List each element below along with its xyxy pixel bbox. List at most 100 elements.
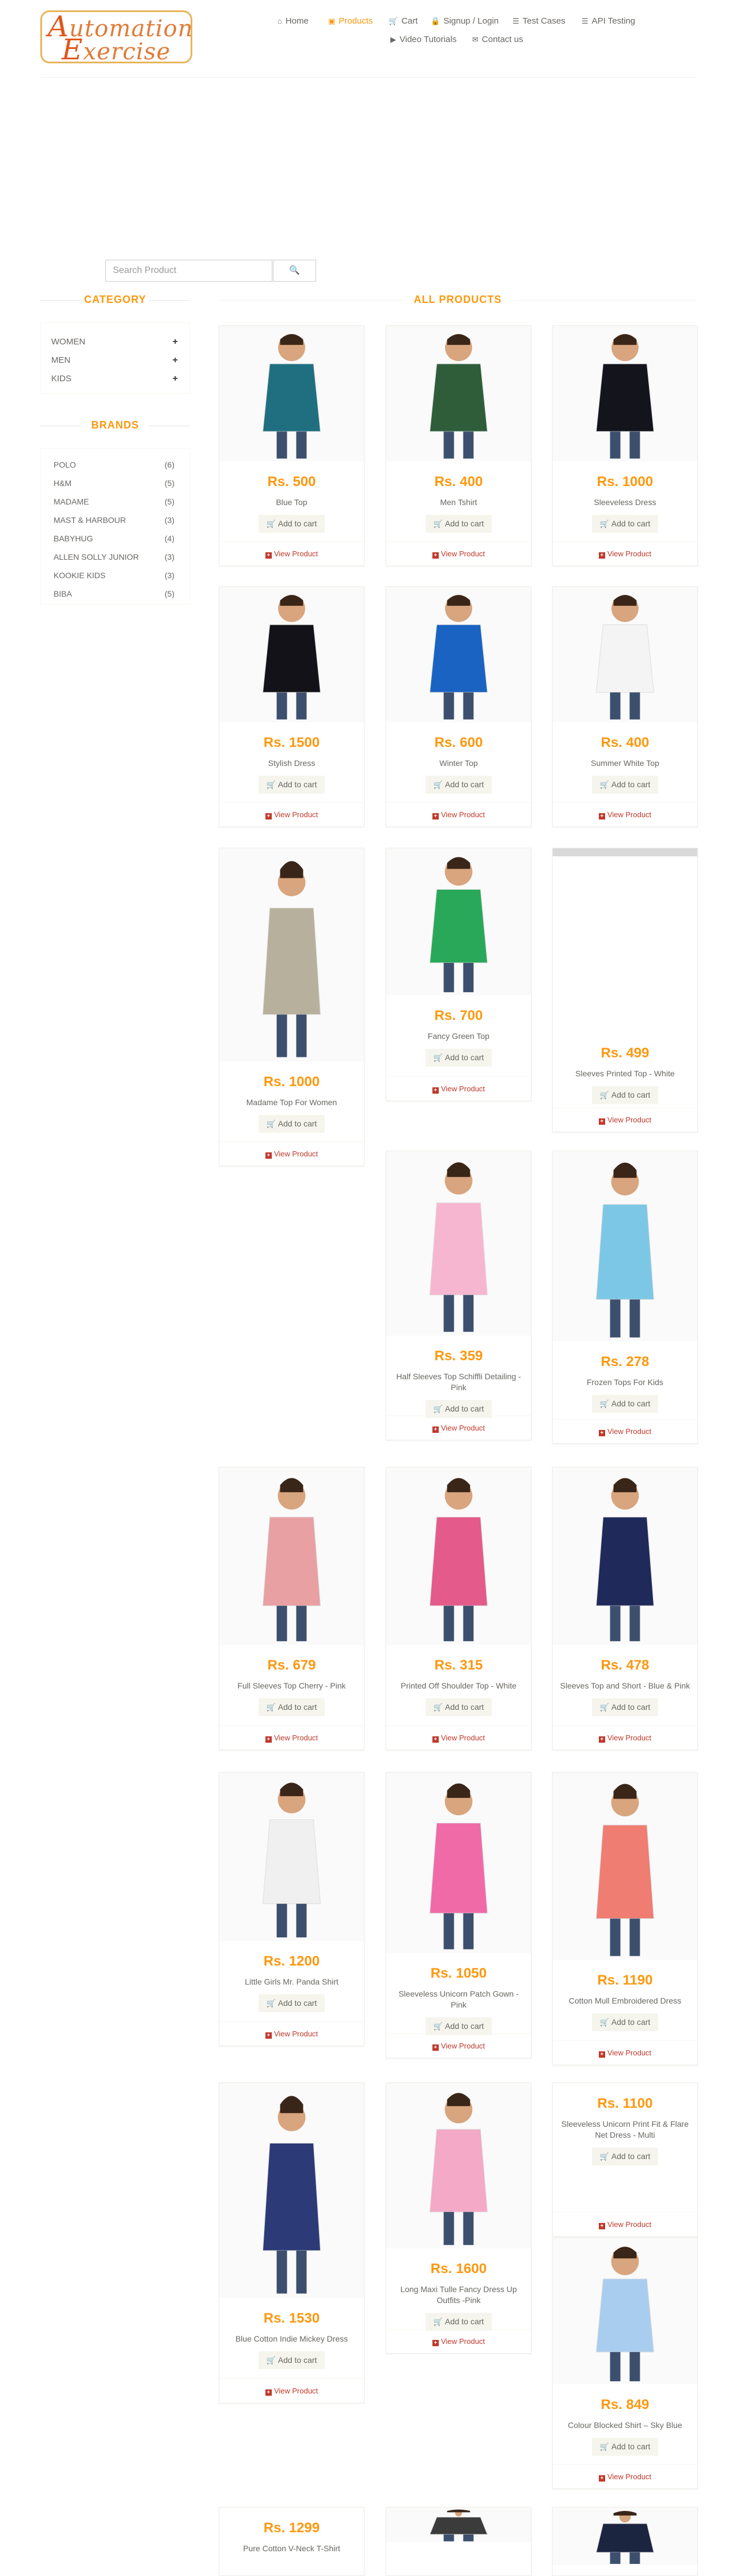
brand-item[interactable]: BIBA (5) xyxy=(54,589,174,598)
view-product-link[interactable]: + View Product xyxy=(386,802,531,820)
add-to-cart-label: Add to cart xyxy=(445,2317,484,2326)
brand-count: (3) xyxy=(164,571,174,580)
view-product-link[interactable]: + View Product xyxy=(553,1107,697,1125)
product-info: Rs. 359 Half Sleeves Top Schiffli Detaili… xyxy=(386,1348,531,1418)
add-to-cart-button[interactable]: 🛒 Add to cart xyxy=(258,776,325,794)
nav-item-signup-login[interactable]: 🔒 Signup / Login xyxy=(431,16,499,26)
view-product-link[interactable]: + View Product xyxy=(219,1141,364,1159)
nav-item-contact-us[interactable]: ✉ Contact us xyxy=(472,35,523,44)
add-to-cart-button[interactable]: 🛒 Add to cart xyxy=(591,776,659,794)
nav-item-video-tutorials[interactable]: ▶ Video Tutorials xyxy=(390,35,457,44)
view-product-label: View Product xyxy=(440,1084,485,1093)
envelope-icon: ✉ xyxy=(472,35,478,44)
product-card: Rs. 1050 Sleeveless Unicorn Patch Gown - … xyxy=(386,1772,531,2058)
view-product-link[interactable]: + View Product xyxy=(219,2021,364,2039)
add-to-cart-button[interactable]: 🛒 Add to cart xyxy=(258,515,325,533)
all-products-title: ALL PRODUCTS xyxy=(219,294,697,306)
view-product-link[interactable]: + View Product xyxy=(386,1076,531,1094)
add-to-cart-button[interactable]: 🛒 Add to cart xyxy=(591,2438,659,2456)
product-name: Sleeveless Dress xyxy=(594,498,656,507)
product-card: Rs. 1200 Little Girls Mr. Panda Shirt 🛒 Add… xyxy=(219,1772,364,2046)
nav-item-api-testing[interactable]: ☰ API Testing xyxy=(582,16,635,26)
category-item-kids[interactable]: KIDS + xyxy=(51,374,178,384)
add-to-cart-button[interactable]: 🛒 Add to cart xyxy=(425,776,492,794)
view-product-link[interactable]: + View Product xyxy=(386,2329,531,2346)
product-name: Sleeveless Unicorn Patch Gown - Pink xyxy=(398,1989,519,2009)
logo-text-line2: Exercise xyxy=(62,33,171,66)
product-name: Madame Top For Women xyxy=(246,1098,337,1107)
add-to-cart-button[interactable]: 🛒 Add to cart xyxy=(425,515,492,533)
add-to-cart-button[interactable]: 🛒 Add to cart xyxy=(591,1698,659,1716)
add-to-cart-label: Add to cart xyxy=(445,1702,484,1712)
product-card: Rs. 1000 Sleeveless Dress 🛒 Add to cart + Vie… xyxy=(552,325,698,566)
product-price: Rs. 1500 xyxy=(263,735,320,750)
brand-item[interactable]: KOOKIE KIDS (3) xyxy=(54,571,174,580)
add-to-cart-button[interactable]: 🛒 Add to cart xyxy=(425,1698,492,1716)
view-product-label: View Product xyxy=(607,810,652,819)
category-item-men[interactable]: MEN + xyxy=(51,355,178,365)
view-product-link[interactable]: + View Product xyxy=(219,1725,364,1743)
add-to-cart-button[interactable]: 🛒 Add to cart xyxy=(258,2351,325,2369)
brand-item[interactable]: MADAME (5) xyxy=(54,497,174,506)
product-name: Cotton Mull Embroidered Dress xyxy=(568,1996,682,2005)
product-name: Sleeves Top and Short - Blue & Pink xyxy=(560,1681,690,1690)
product-image xyxy=(553,587,697,722)
plus-square-icon: + xyxy=(432,2340,439,2346)
nav-item-home[interactable]: ⌂ Home xyxy=(278,16,309,26)
brand-item[interactable]: MAST & HARBOUR (3) xyxy=(54,515,174,525)
view-product-link[interactable]: + View Product xyxy=(553,2464,697,2482)
brand-item[interactable]: ALLEN SOLLY JUNIOR (3) xyxy=(54,552,174,562)
brand-count: (5) xyxy=(164,479,174,488)
view-product-link[interactable]: + View Product xyxy=(553,1725,697,1743)
view-product-link[interactable]: + View Product xyxy=(219,802,364,820)
view-product-label: View Product xyxy=(607,1427,652,1436)
product-name: Stylish Dress xyxy=(268,758,316,768)
view-product-label: View Product xyxy=(607,2048,652,2057)
view-product-label: View Product xyxy=(607,2472,652,2481)
brand-item[interactable]: BABYHUG (4) xyxy=(54,534,174,543)
view-product-link[interactable]: + View Product xyxy=(386,1416,531,1433)
product-info: Rs. 478 Sleeves Top and Short - Blue & Pi… xyxy=(553,1657,697,1716)
add-to-cart-button[interactable]: 🛒 Add to cart xyxy=(591,2148,659,2165)
header-divider xyxy=(40,77,697,78)
product-card: Rs. 1299 Pure Cotton V-Neck T-Shirt xyxy=(219,2507,364,2576)
view-product-link[interactable]: + View Product xyxy=(386,1725,531,1743)
expand-plus-icon[interactable]: + xyxy=(173,355,178,366)
brand-item[interactable]: H&M (5) xyxy=(54,479,174,488)
view-product-link[interactable]: + View Product xyxy=(553,1419,697,1436)
nav-item-test-cases[interactable]: ☰ Test Cases xyxy=(512,16,565,26)
add-to-cart-button[interactable]: 🛒 Add to cart xyxy=(591,1086,659,1104)
product-info: Rs. 1100 Sleeveless Unicorn Print Fit & F… xyxy=(553,2096,697,2165)
brand-label: MADAME xyxy=(54,497,89,506)
brand-item[interactable]: POLO (6) xyxy=(54,460,174,469)
view-product-link[interactable]: + View Product xyxy=(553,802,697,820)
expand-plus-icon[interactable]: + xyxy=(173,374,178,384)
product-info: Rs. 400 Summer White Top 🛒 Add to cart xyxy=(553,735,697,794)
category-item-women[interactable]: WOMEN + xyxy=(51,337,178,347)
nav-item-cart[interactable]: 🛒 Cart xyxy=(389,16,418,26)
add-to-cart-button[interactable]: 🛒 Add to cart xyxy=(425,2313,492,2331)
cart-icon: 🛒 xyxy=(433,519,443,528)
add-to-cart-button[interactable]: 🛒 Add to cart xyxy=(258,1115,325,1133)
search-input[interactable]: Search Product xyxy=(105,260,272,282)
view-product-link[interactable]: + View Product xyxy=(386,2034,531,2051)
add-to-cart-button[interactable]: 🛒 Add to cart xyxy=(425,2017,492,2035)
plus-square-icon: + xyxy=(598,2475,605,2482)
search-button[interactable]: 🔍 xyxy=(273,260,316,282)
add-to-cart-button[interactable]: 🛒 Add to cart xyxy=(591,2013,659,2031)
product-image xyxy=(553,1151,697,1341)
view-product-link[interactable]: + View Product xyxy=(219,541,364,559)
add-to-cart-button[interactable]: 🛒 Add to cart xyxy=(591,1395,659,1413)
view-product-link[interactable]: + View Product xyxy=(553,2040,697,2058)
site-logo[interactable]: Automation Exercise xyxy=(40,10,193,66)
add-to-cart-button[interactable]: 🛒 Add to cart xyxy=(258,1698,325,1716)
add-to-cart-button[interactable]: 🛒 Add to cart xyxy=(591,515,659,533)
view-product-link[interactable]: + View Product xyxy=(386,541,531,559)
nav-item-products[interactable]: ▣ Products xyxy=(328,16,373,26)
view-product-link[interactable]: + View Product xyxy=(219,2378,364,2396)
view-product-link[interactable]: + View Product xyxy=(553,2212,697,2229)
add-to-cart-button[interactable]: 🛒 Add to cart xyxy=(425,1049,492,1067)
view-product-link[interactable]: + View Product xyxy=(553,541,697,559)
add-to-cart-button[interactable]: 🛒 Add to cart xyxy=(258,1994,325,2012)
expand-plus-icon[interactable]: + xyxy=(173,337,178,347)
